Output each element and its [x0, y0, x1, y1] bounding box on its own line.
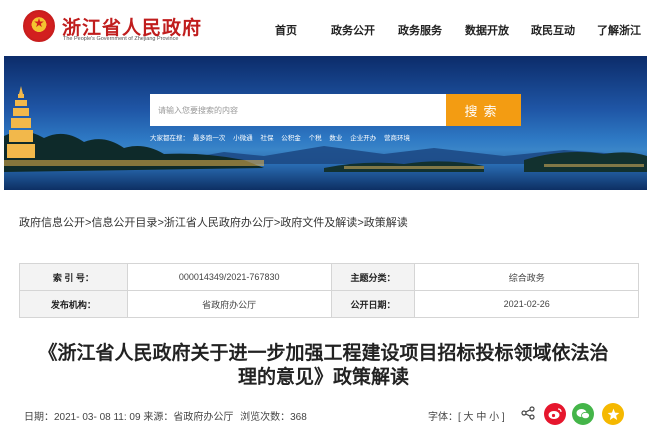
- weibo-icon[interactable]: [544, 403, 566, 425]
- publisher-label: 发布机构：: [19, 290, 128, 318]
- share-icon[interactable]: [521, 406, 535, 420]
- hot-word[interactable]: 营商环境: [384, 135, 410, 142]
- nav-about-zhejiang[interactable]: 了解浙江: [597, 22, 641, 38]
- hero-banner: 请输入您要搜索的内容 搜索 大家都在搜： 最多跑一次 小微通 社保 公积金 个税…: [4, 56, 647, 190]
- nav-gov-affairs-open[interactable]: 政务公开: [331, 22, 375, 38]
- hot-word[interactable]: 公积金: [281, 135, 301, 142]
- nav-home[interactable]: 首页: [275, 22, 297, 38]
- font-size-label: 字体：: [428, 412, 458, 423]
- font-size-options[interactable]: [ 大 中 小 ]: [458, 412, 505, 423]
- nav-open-data[interactable]: 数据开放: [465, 22, 509, 38]
- table-row: 发布机构： 省政府办公厅 公开日期： 2021-02-26: [19, 290, 639, 318]
- hot-word[interactable]: 社保: [260, 135, 273, 142]
- hot-word[interactable]: 最多跑一次: [193, 135, 226, 142]
- font-size-control: 字体：[ 大 中 小 ]: [428, 408, 505, 423]
- hot-word[interactable]: 个税: [309, 135, 322, 142]
- breadcrumb-item[interactable]: 浙江省人民政府办公厅: [164, 217, 274, 229]
- breadcrumb-item[interactable]: 信息公开目录: [91, 217, 157, 229]
- hot-search-words: 大家都在搜： 最多跑一次 小微通 社保 公积金 个税 数业 企业开办 营商环境: [150, 132, 416, 142]
- hot-search-label: 大家都在搜：: [150, 135, 189, 142]
- index-number-value: 000014349/2021-767830: [126, 263, 332, 291]
- breadcrumb-item[interactable]: 政府文件及解读: [280, 217, 357, 229]
- publisher-value: 省政府办公厅: [126, 290, 332, 318]
- search-input[interactable]: 请输入您要搜索的内容: [150, 94, 446, 126]
- topic-label: 主题分类：: [330, 263, 416, 291]
- breadcrumb: 政府信息公开>信息公开目录>浙江省人民政府办公厅>政府文件及解读>政策解读: [19, 214, 408, 230]
- date-value: 2021- 03- 08 11: 09: [54, 412, 141, 423]
- hot-word[interactable]: 数业: [329, 135, 342, 142]
- table-row: 索 引 号： 000014349/2021-767830 主题分类： 综合政务: [19, 263, 639, 291]
- index-number-label: 索 引 号：: [19, 263, 128, 291]
- wechat-icon[interactable]: [572, 403, 594, 425]
- nav-interaction[interactable]: 政民互动: [531, 22, 575, 38]
- views-label: 浏览次数：: [240, 412, 291, 423]
- article-meta: 日期：2021- 03- 08 11: 09 来源：省政府办公厅 浏览次数：36…: [24, 408, 307, 423]
- source-label: 来源：: [143, 412, 174, 423]
- breadcrumb-item[interactable]: 政策解读: [364, 217, 408, 229]
- source-value: 省政府办公厅: [173, 412, 234, 423]
- search-button[interactable]: 搜索: [446, 94, 521, 126]
- hot-word[interactable]: 企业开办: [350, 135, 376, 142]
- publish-date-label: 公开日期：: [330, 290, 416, 318]
- breadcrumb-item[interactable]: 政府信息公开: [19, 217, 85, 229]
- title-line: 《浙江省人民政府关于进一步加强工程建设项目招标投标领域依法治: [38, 343, 609, 364]
- nav-gov-services[interactable]: 政务服务: [398, 22, 442, 38]
- title-line: 理的意见》政策解读: [237, 367, 409, 388]
- topic-value: 综合政务: [414, 263, 639, 291]
- favorite-star-icon[interactable]: [602, 403, 624, 425]
- site-header: 浙江省人民政府 The People's Government of Zheji…: [0, 0, 647, 56]
- page-title: 《浙江省人民政府关于进一步加强工程建设项目招标投标领域依法治 理的意见》政策解读: [0, 342, 647, 390]
- views-value: 368: [290, 412, 307, 423]
- main-nav: 首页 政务公开 政务服务 数据开放 政民互动 了解浙江: [0, 22, 647, 38]
- date-label: 日期：: [24, 412, 54, 423]
- document-info-table: 索 引 号： 000014349/2021-767830 主题分类： 综合政务 …: [19, 263, 639, 318]
- hot-word[interactable]: 小微通: [233, 135, 253, 142]
- publish-date-value: 2021-02-26: [414, 290, 639, 318]
